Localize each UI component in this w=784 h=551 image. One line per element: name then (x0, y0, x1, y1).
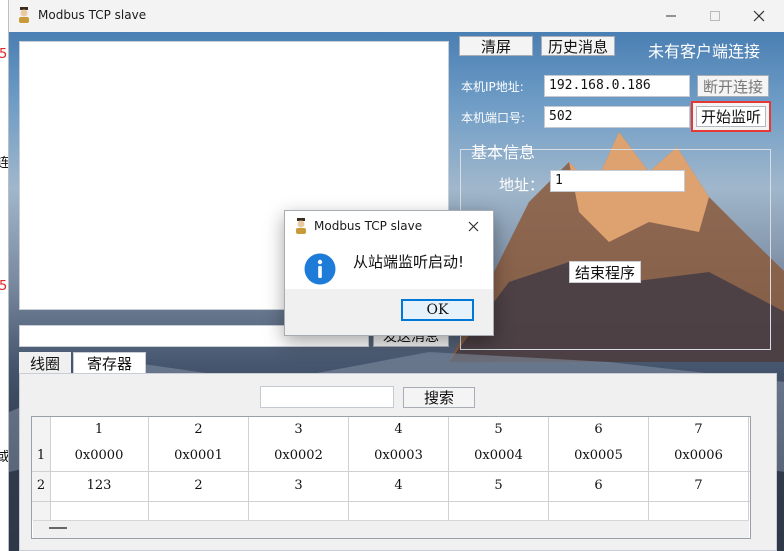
table-cell[interactable]: 2 (149, 478, 248, 493)
minimize-icon (666, 15, 676, 17)
start-listening-label: 开始监听 (696, 106, 766, 127)
table-cell[interactable]: 5 (449, 478, 548, 493)
search-input[interactable] (260, 386, 394, 408)
address-field[interactable]: 1 (550, 170, 685, 192)
row-header: 1 (36, 448, 46, 463)
scrollbar-thumb[interactable] (49, 527, 67, 529)
close-icon (468, 221, 478, 231)
close-icon (753, 10, 765, 22)
table-cell[interactable]: 0x0006 (649, 448, 748, 463)
column-header: 4 (394, 422, 403, 437)
register-table: 1 2 3 4 5 6 7 1 0x0000 0x0001 0x0002 0x0… (31, 416, 751, 539)
row-header-column (32, 417, 51, 520)
ok-button[interactable]: OK (401, 299, 474, 321)
table-cell[interactable]: 0x0001 (149, 448, 248, 463)
app-person-icon (19, 7, 29, 23)
title-bar[interactable]: Modbus TCP slave (9, 0, 784, 32)
tab-coils[interactable]: 线圈 (19, 352, 71, 374)
row-header: 2 (36, 478, 46, 493)
search-button[interactable]: 搜索 (403, 387, 475, 408)
ip-address-field[interactable]: 192.168.0.186 (544, 75, 690, 97)
background-text-mark: 5 (0, 279, 8, 294)
dialog-title: Modbus TCP slave (314, 219, 423, 233)
end-program-button[interactable]: 结束程序 (569, 261, 641, 283)
dialog-footer: OK (285, 289, 493, 335)
table-cell[interactable]: 7 (649, 478, 748, 493)
start-listening-button[interactable]: 开始监听 (691, 101, 771, 132)
minimize-button[interactable] (649, 2, 693, 30)
table-cell[interactable]: 0x0003 (349, 448, 448, 463)
horizontal-scrollbar[interactable] (33, 520, 749, 538)
maximize-icon (710, 11, 720, 21)
column-header: 6 (594, 422, 603, 437)
history-messages-button[interactable]: 历史消息 (541, 36, 615, 56)
column-header: 1 (94, 422, 104, 437)
app-person-icon (296, 218, 306, 234)
connection-status: 未有客户端连接 (648, 42, 761, 61)
column-header: 2 (194, 422, 203, 437)
info-dialog: Modbus TCP slave 从站端监听启动! OK (284, 210, 494, 336)
ip-address-label: 本机IP地址: (461, 80, 524, 94)
column-header: 5 (494, 422, 503, 437)
table-cell[interactable]: 123 (50, 478, 148, 493)
table-cell[interactable]: 0x0002 (249, 448, 348, 463)
table-cell[interactable]: 0x0000 (50, 448, 148, 463)
dialog-message: 从站端监听启动! (353, 253, 465, 271)
window-title: Modbus TCP slave (38, 8, 147, 22)
close-button[interactable] (737, 2, 781, 30)
tab-registers[interactable]: 寄存器 (73, 352, 146, 374)
info-icon (304, 253, 336, 285)
table-cell[interactable]: 6 (549, 478, 648, 493)
maximize-button[interactable] (693, 2, 737, 30)
clear-screen-button[interactable]: 清屏 (459, 36, 533, 56)
column-header: 7 (694, 422, 703, 437)
port-label: 本机端口号: (461, 111, 526, 125)
table-cell[interactable]: 4 (349, 478, 448, 493)
address-label: 地址： (499, 176, 545, 194)
background-text-mark: 5 (0, 47, 8, 62)
column-header: 3 (294, 422, 303, 437)
disconnect-button[interactable]: 断开连接 (697, 75, 769, 97)
table-cell[interactable]: 0x0004 (449, 448, 548, 463)
dialog-close-button[interactable] (457, 213, 489, 239)
port-field[interactable]: 502 (544, 106, 690, 128)
basic-info-title: 基本信息 (471, 143, 536, 162)
table-cell[interactable]: 0x0005 (549, 448, 648, 463)
table-cell[interactable]: 3 (249, 478, 348, 493)
